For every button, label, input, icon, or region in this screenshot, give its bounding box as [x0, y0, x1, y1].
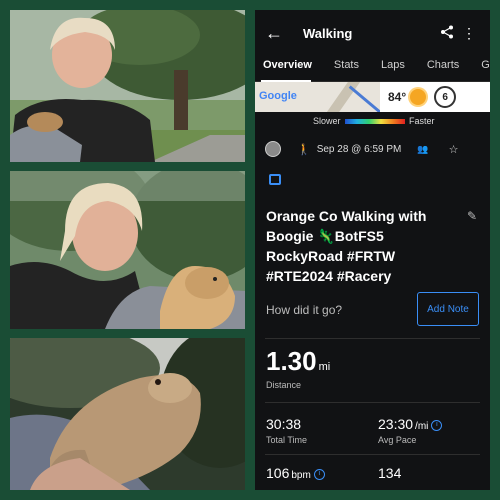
info-icon[interactable]: i	[431, 419, 443, 431]
google-logo: Google	[259, 90, 297, 102]
wind-speed: 6	[434, 86, 457, 108]
temperature: 84°	[388, 90, 407, 104]
total-time-label: Total Time	[266, 435, 308, 445]
route-map[interactable]: Google 84° 6	[255, 82, 490, 112]
edit-icon[interactable]: ✎	[467, 209, 477, 223]
route-line	[348, 85, 382, 112]
back-arrow-icon[interactable]: ←	[265, 23, 285, 44]
walk-icon: 🚶	[297, 143, 311, 156]
add-note-button[interactable]: Add Note	[417, 292, 479, 326]
avg-pace-number: 23:30	[378, 416, 414, 432]
distance-number: 1.30	[266, 346, 317, 376]
pace-legend: Slower Faster	[255, 112, 490, 134]
legend-gradient	[345, 119, 405, 124]
heart-rate-value: 106 bpm i	[266, 465, 325, 481]
avg-pace-label: Avg Pace	[378, 435, 417, 445]
tab-bar: Overview Stats Laps Charts Ge	[255, 56, 490, 82]
weather-widget: 84° 6	[380, 82, 490, 112]
legend-slower: Slower	[313, 116, 341, 126]
heart-rate-unit: bpm	[291, 470, 311, 481]
share-icon[interactable]	[436, 25, 458, 42]
map-road	[318, 82, 362, 112]
distance-value: 1.30 mi	[266, 346, 330, 377]
legend-faster: Faster	[409, 116, 435, 126]
tab-overview[interactable]: Overview	[263, 56, 312, 71]
how-did-it-go-prompt[interactable]: How did it go?	[266, 303, 342, 317]
avg-pace-value: 23:30/mi i	[378, 416, 443, 432]
tab-stats[interactable]: Stats	[334, 56, 359, 71]
tab-laps[interactable]: Laps	[381, 56, 405, 71]
image-icon[interactable]	[269, 174, 281, 185]
distance-label: Distance	[266, 380, 302, 390]
page-title: Walking	[303, 25, 353, 41]
secondary-stat-value: 134	[378, 465, 402, 481]
star-icon[interactable]: ☆	[449, 143, 459, 156]
divider	[265, 454, 480, 455]
photo-bearded-dragon-closeup	[10, 338, 245, 490]
photo-woman-with-lizard-under-tree	[10, 10, 245, 162]
info-icon[interactable]: i	[313, 468, 325, 480]
tab-gear[interactable]: Ge	[481, 56, 490, 71]
avatar[interactable]	[265, 141, 281, 157]
phone-screen: ← Walking ⋮ Overview Stats Laps Charts G…	[255, 10, 490, 490]
heart-rate-number: 106	[266, 465, 290, 481]
photo-woman-with-bearded-dragon	[10, 171, 245, 329]
activity-date: Sep 28 @ 6:59 PM	[316, 143, 402, 155]
activity-meta: 🚶 Sep 28 @ 6:59 PM 👥 ☆	[255, 134, 490, 164]
divider	[265, 402, 480, 403]
tab-charts[interactable]: Charts	[427, 56, 459, 71]
more-vert-icon[interactable]: ⋮	[458, 25, 480, 42]
total-time-value: 30:38	[266, 416, 302, 432]
app-bar: ← Walking ⋮	[255, 10, 490, 56]
distance-unit: mi	[318, 361, 331, 373]
divider	[265, 338, 480, 339]
sun-icon	[410, 89, 427, 105]
people-icon[interactable]: 👥	[417, 144, 428, 155]
activity-title[interactable]: Orange Co Walking with Boogie 🦎BotFS5 Ro…	[266, 206, 456, 286]
avg-pace-unit: /mi	[415, 421, 429, 432]
